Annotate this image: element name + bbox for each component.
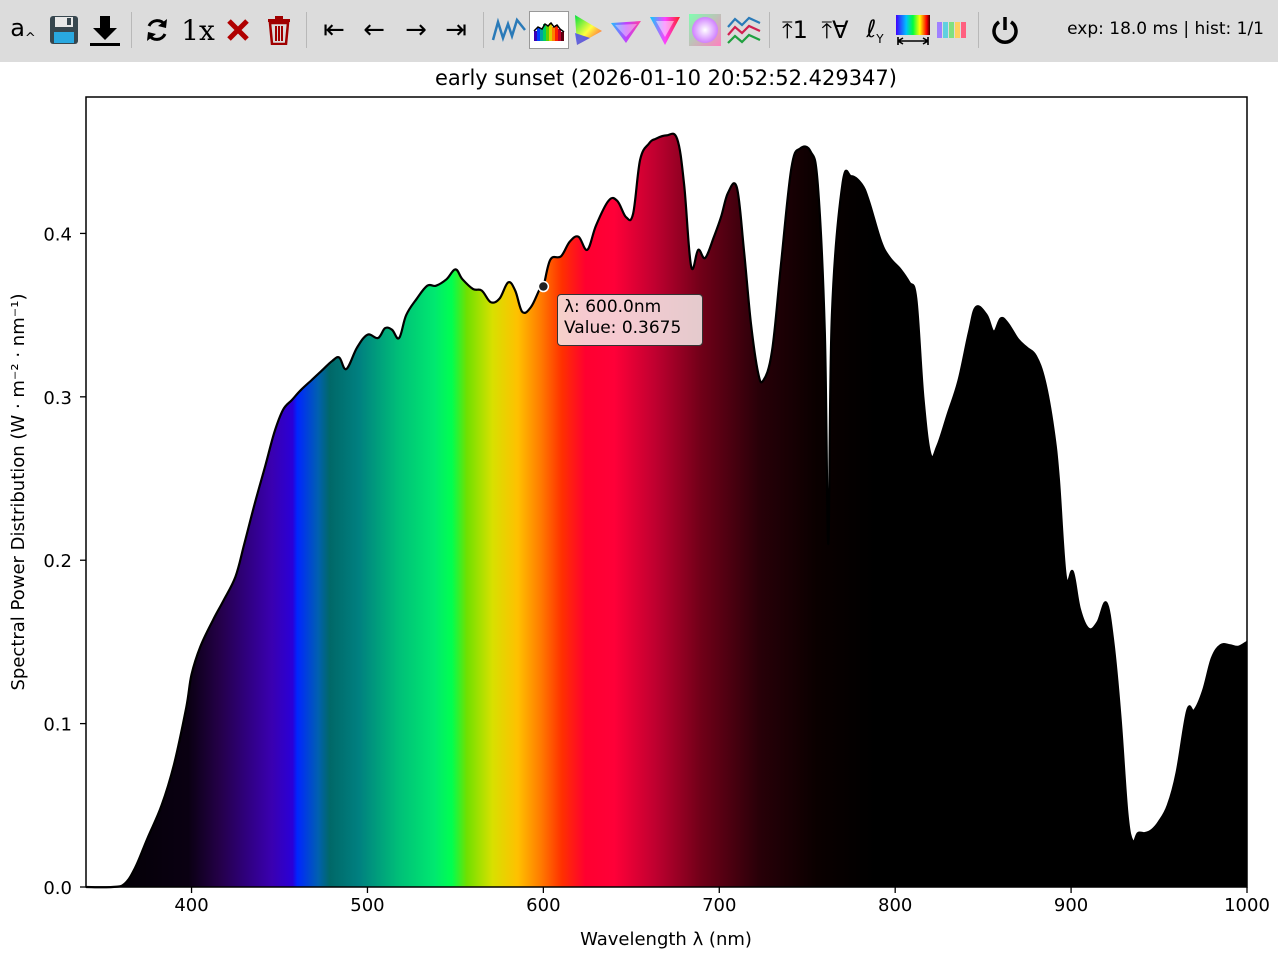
previous-button[interactable]: ← bbox=[356, 10, 392, 50]
y-tick-label: 0.3 bbox=[43, 388, 72, 409]
multi-line-chart-icon bbox=[727, 16, 761, 44]
wavelength-range-icon bbox=[896, 15, 930, 45]
x-axis: 400 500 600 700 800 900 1000 bbox=[174, 887, 1270, 916]
color-gamut-icon bbox=[650, 17, 680, 45]
spectrum-plot-button[interactable] bbox=[529, 11, 569, 49]
font-size-button[interactable]: a^ bbox=[6, 10, 40, 50]
chart-title: early sunset (2026-01-10 20:52:52.429347… bbox=[435, 66, 897, 90]
power-button[interactable] bbox=[986, 10, 1024, 50]
toolbar: a^ 1x ⇤ ← → ⇥ ⤒1 ⤒∀ ℓY exp: 18.0 ms | hi… bbox=[0, 0, 1278, 62]
normalize-one-button[interactable]: ⤒1 bbox=[776, 10, 814, 50]
value-tooltip: λ: 600.0nm Value: 0.3675 bbox=[557, 294, 703, 346]
color-gamut-button[interactable] bbox=[646, 10, 684, 50]
chromaticity-triangle-icon bbox=[575, 15, 602, 45]
line-plot-button[interactable] bbox=[490, 10, 528, 50]
close-icon bbox=[227, 19, 249, 41]
y-axis-label: Spectral Power Distribution (W · m⁻² · n… bbox=[8, 294, 29, 691]
y-tick-label: 0.1 bbox=[43, 715, 72, 736]
compare-button[interactable] bbox=[726, 10, 762, 50]
y-tick-label: 0.4 bbox=[43, 224, 72, 245]
status-text: exp: 18.0 ms | hist: 1/1 bbox=[1067, 19, 1264, 39]
last-button[interactable]: ⇥ bbox=[438, 10, 474, 50]
log-scale-button[interactable]: ℓY bbox=[858, 10, 892, 50]
color-wheel-icon bbox=[689, 14, 721, 46]
first-button[interactable]: ⇤ bbox=[316, 10, 352, 50]
cursor-point bbox=[537, 280, 550, 293]
y-tick-label: 0.0 bbox=[43, 878, 72, 899]
x-tick-label: 600 bbox=[526, 895, 560, 916]
y-axis: 0.0 0.1 0.2 0.3 0.4 bbox=[43, 224, 86, 899]
refresh-icon bbox=[147, 19, 167, 41]
chromaticity-xy-button[interactable] bbox=[570, 10, 606, 50]
tooltip-value: Value: 0.3675 bbox=[564, 318, 682, 338]
normalize-all-button[interactable]: ⤒∀ bbox=[816, 10, 854, 50]
speed-button[interactable]: 1x bbox=[178, 10, 218, 50]
x-axis-label: Wavelength λ (nm) bbox=[580, 929, 752, 950]
y-tick-label: 0.2 bbox=[43, 551, 72, 572]
color-bands-button[interactable] bbox=[934, 10, 970, 50]
font-size-icon: a^ bbox=[10, 14, 36, 46]
x-tick-label: 900 bbox=[1054, 895, 1088, 916]
wavelength-range-button[interactable] bbox=[894, 10, 932, 50]
x-tick-label: 500 bbox=[350, 895, 384, 916]
x-tick-label: 700 bbox=[702, 895, 736, 916]
last-icon: ⇥ bbox=[445, 15, 467, 45]
chromaticity-uv-icon bbox=[611, 21, 641, 43]
trash-icon bbox=[268, 16, 290, 45]
floppy-disk-icon bbox=[50, 16, 78, 44]
x-tick-label: 800 bbox=[878, 895, 912, 916]
download-icon bbox=[90, 16, 120, 46]
x-tick-label: 1000 bbox=[1224, 895, 1270, 916]
spectrum-histogram-icon bbox=[533, 21, 565, 41]
next-button[interactable]: → bbox=[398, 10, 434, 50]
arrow-left-icon: ← bbox=[363, 15, 385, 45]
speed-label: 1x bbox=[181, 13, 215, 47]
spectrum-area bbox=[85, 132, 1248, 889]
line-chart-icon bbox=[491, 17, 526, 42]
power-icon bbox=[992, 17, 1018, 44]
refresh-button[interactable] bbox=[140, 10, 174, 50]
normalize-all-icon: ⤒∀ bbox=[821, 16, 849, 44]
normalize-one-icon: ⤒1 bbox=[782, 16, 808, 44]
color-bands-icon bbox=[937, 22, 966, 38]
save-button[interactable] bbox=[46, 10, 82, 50]
export-button[interactable] bbox=[86, 10, 124, 50]
chromaticity-uv-button[interactable] bbox=[608, 10, 644, 50]
cancel-button[interactable] bbox=[222, 10, 254, 50]
tooltip-wavelength: λ: 600.0nm bbox=[564, 297, 662, 317]
delete-button[interactable] bbox=[262, 10, 296, 50]
log-scale-icon: ℓY bbox=[866, 14, 884, 46]
spectrum-chart: early sunset (2026-01-10 20:52:52.429347… bbox=[8, 66, 1270, 950]
color-wheel-button[interactable] bbox=[686, 10, 724, 50]
first-icon: ⇤ bbox=[323, 15, 345, 45]
arrow-right-icon: → bbox=[405, 15, 427, 45]
x-tick-label: 400 bbox=[174, 895, 208, 916]
spectrum-fill bbox=[86, 133, 1247, 888]
cursor-marker bbox=[537, 280, 550, 293]
